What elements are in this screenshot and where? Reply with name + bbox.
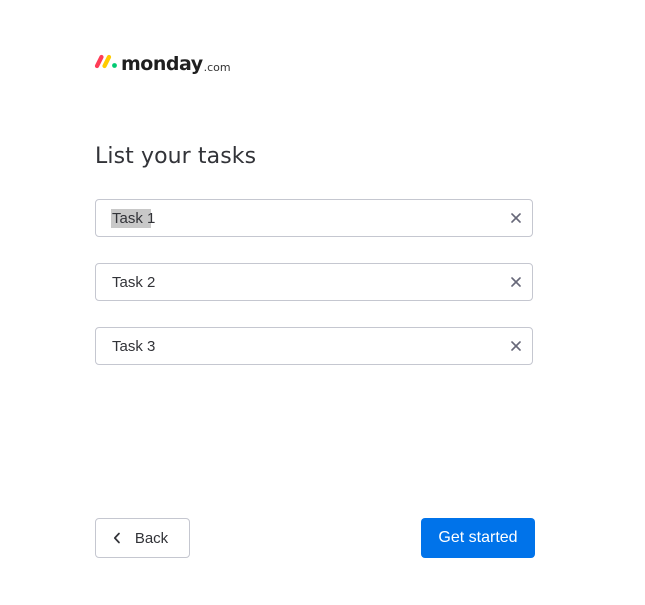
logo-wordmark: monday [121, 53, 203, 75]
task-field-3[interactable] [95, 327, 533, 365]
monday-logo-mark-icon [94, 54, 117, 69]
task-field-2[interactable] [95, 263, 533, 301]
task-field-1[interactable] [95, 199, 533, 237]
task-input-3[interactable] [96, 328, 500, 364]
logo-suffix: .com [203, 61, 231, 74]
chevron-left-icon [113, 532, 120, 544]
clear-icon[interactable] [500, 200, 532, 236]
monday-logo: monday .com [94, 48, 231, 74]
task-input-1[interactable] [96, 200, 500, 236]
clear-icon[interactable] [500, 328, 532, 364]
back-button-label: Back [134, 529, 169, 547]
back-button[interactable]: Back [95, 518, 190, 558]
close-icon [511, 277, 521, 287]
task-input-2[interactable] [96, 264, 500, 300]
page-title: List your tasks [95, 144, 257, 169]
clear-icon[interactable] [500, 264, 532, 300]
get-started-button-label: Get started [438, 529, 518, 546]
close-icon [511, 341, 521, 351]
get-started-button[interactable]: Get started [421, 518, 535, 558]
close-icon [511, 213, 521, 223]
onboarding-page: monday .com List your tasks Task 1 Task … [0, 0, 645, 605]
